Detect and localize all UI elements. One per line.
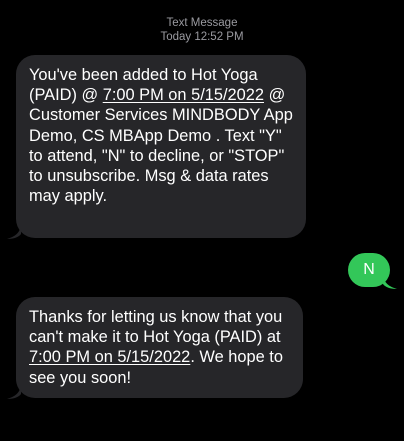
incoming-message-bubble[interactable]: You've been added to Hot Yoga (PAID) @ 7… <box>16 55 306 238</box>
event-datetime-link[interactable]: 7:00 PM on 5/15/2022 <box>29 348 190 366</box>
message-text: Thanks for letting us know that you can'… <box>29 308 283 347</box>
incoming-message-bubble[interactable]: Thanks for letting us know that you can'… <box>16 297 303 398</box>
event-datetime-link[interactable]: 7:00 PM on 5/15/2022 <box>103 86 264 104</box>
thread-type-label: Text Message <box>166 17 238 29</box>
message-text: N <box>363 261 375 278</box>
outgoing-message-bubble[interactable]: N <box>348 253 390 287</box>
thread-header: Text Message Today 12:52 PM <box>0 16 404 44</box>
thread-timestamp: Today 12:52 PM <box>160 31 244 43</box>
